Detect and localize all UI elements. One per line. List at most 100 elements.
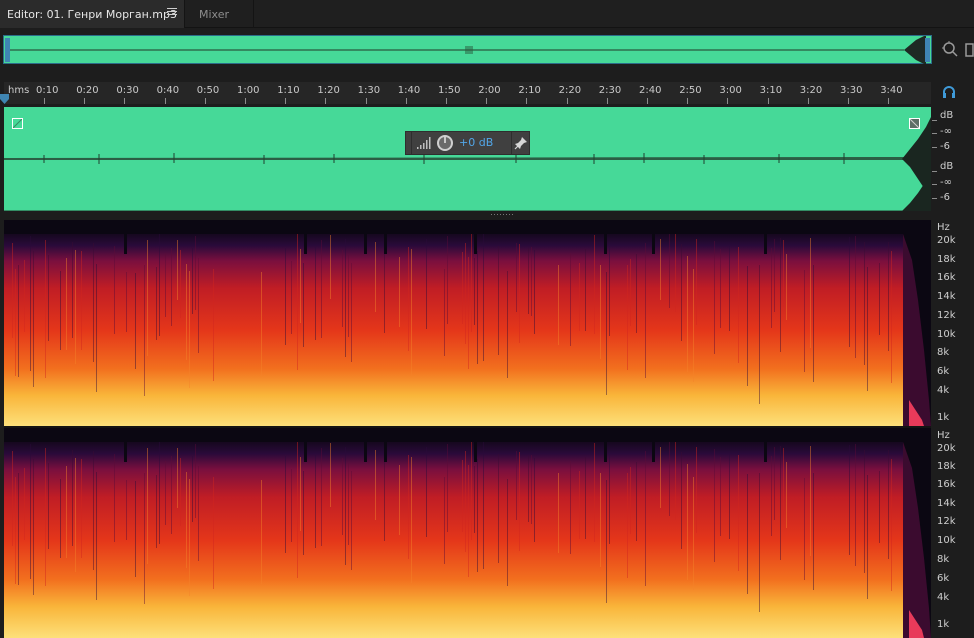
ruler-tick (164, 98, 166, 104)
ruler-tick (606, 98, 608, 104)
fade-out-handle[interactable] (909, 118, 920, 129)
ruler-tick-label: 1:30 (357, 85, 381, 96)
spectrogram-channel-right[interactable] (4, 428, 931, 638)
ruler-tick-label: 1:50 (438, 85, 461, 96)
fade-in-handle[interactable] (12, 118, 23, 129)
hud-separator (511, 132, 512, 154)
ruler-tick (446, 98, 447, 104)
hz-20k: 20k (937, 443, 956, 454)
menu-icon[interactable] (167, 8, 177, 18)
hz-1k: 1k (937, 619, 950, 630)
pin-icon[interactable] (514, 136, 528, 150)
waveform-display[interactable] (4, 107, 931, 211)
ruler-tick-label: 1:10 (277, 85, 300, 96)
tab-editor-label: Editor: 01. Генри Морган.mp3 (7, 7, 177, 21)
ruler-tick-label: 0:10 (36, 85, 59, 96)
ruler-tick-label: 2:20 (558, 85, 582, 96)
ruler-tick-label: 0:50 (196, 85, 220, 96)
db-neg-inf-2: -∞ (940, 177, 952, 188)
waveform-channels (4, 117, 931, 211)
hz-6k: 6k (937, 573, 950, 584)
hz-1k: 1k (937, 412, 950, 423)
ruler-tick-label: 2:10 (518, 85, 541, 96)
tab-mixer-label: Mixer (199, 7, 230, 21)
ruler-tick (124, 98, 126, 104)
volume-hud[interactable]: +0 dB (405, 131, 530, 155)
ruler-tick (204, 98, 206, 104)
ruler-tick (727, 98, 729, 104)
hz-16k: 16k (937, 272, 956, 283)
hz-14k: 14k (937, 498, 956, 509)
spectrogram-right-image (4, 428, 931, 638)
ruler-tick-label: 3:40 (880, 85, 903, 96)
panel-tab-bar: Editor: 01. Генри Морган.mp3 Mixer (0, 0, 974, 28)
ruler-tick-label: 1:00 (237, 85, 260, 96)
ruler-tick-label: 0:40 (156, 85, 180, 96)
audition-editor: Editor: 01. Генри Морган.mp3 Mixer hms 0… (0, 0, 974, 638)
hz-unit: Hz (937, 222, 950, 233)
ruler-tick (687, 98, 689, 104)
ruler-tick-label: 3:20 (799, 85, 823, 96)
hud-grip[interactable] (406, 132, 412, 154)
spectrogram-channel-left[interactable] (4, 220, 931, 426)
ruler-tick-label: 2:30 (598, 85, 622, 96)
hz-scale-right: Hz 20k 18k 16k 14k 12k 10k 8k 6k 4k 1k (931, 428, 974, 638)
panel-splitter[interactable] (491, 213, 515, 216)
ruler-tick (285, 98, 287, 104)
ruler-tick (767, 98, 769, 104)
playhead-icon[interactable] (0, 94, 9, 104)
overview-navigator[interactable] (3, 35, 932, 64)
ruler-tick-label: 2:00 (478, 85, 501, 96)
overview-waveform (10, 36, 926, 64)
ruler-tick (566, 98, 568, 104)
ruler-tick-label: 1:40 (397, 85, 421, 96)
db-tick (932, 147, 937, 148)
overview-right-handle[interactable] (925, 38, 930, 62)
hz-8k: 8k (937, 554, 950, 565)
hz-4k: 4k (937, 592, 950, 603)
hz-12k: 12k (937, 516, 956, 527)
tab-editor[interactable]: Editor: 01. Генри Морган.mp3 (0, 0, 185, 28)
hz-unit: Hz (937, 430, 950, 441)
db-tick (932, 184, 937, 185)
volume-icon (417, 137, 431, 149)
zoom-out-full-icon[interactable] (965, 43, 974, 57)
headphones-icon[interactable] (942, 85, 956, 99)
spectrogram-left-image (4, 220, 931, 426)
knob-icon[interactable] (436, 134, 454, 152)
ruler-tick-label: 3:10 (759, 85, 783, 96)
hz-16k: 16k (937, 479, 956, 490)
ruler-tick-label: 3:30 (840, 85, 863, 96)
volume-value[interactable]: +0 dB (459, 136, 493, 149)
ruler-tick (526, 98, 528, 104)
ruler-unit-label: hms (8, 85, 30, 96)
ruler-tick (245, 98, 246, 104)
ruler-tick (848, 98, 849, 104)
overview-left-handle[interactable] (5, 38, 10, 62)
ruler-tick-label: 0:20 (76, 85, 99, 96)
hz-10k: 10k (937, 329, 956, 340)
ruler-tick-label: 1:20 (317, 85, 340, 96)
db-minus6-2: -6 (940, 192, 950, 203)
db-scale: dB -∞ -6 dB -∞ -6 (931, 107, 974, 211)
ruler-tick (84, 98, 86, 104)
hz-8k: 8k (937, 347, 950, 358)
ruler-tick (325, 98, 327, 104)
zoom-icon[interactable] (941, 40, 959, 58)
ruler-tick (365, 98, 367, 104)
time-ruler[interactable]: hms 0:10 0:20 0:30 0:40 0:50 1:00 1:10 1:20 1:30… (4, 82, 931, 104)
db-tick (932, 171, 937, 172)
db-minus6-1: -6 (940, 141, 950, 152)
tab-mixer[interactable]: Mixer (186, 0, 254, 28)
ruler-tick (486, 98, 488, 104)
ruler-tick (405, 98, 407, 104)
hz-18k: 18k (937, 461, 956, 472)
db-tick (932, 120, 937, 121)
db-tick (932, 198, 937, 199)
ruler-tick (807, 98, 809, 104)
db-unit-2: dB (940, 161, 954, 172)
hz-10k: 10k (937, 535, 956, 546)
ruler-tick-label: 2:50 (679, 85, 702, 96)
ruler-tick-label: 2:40 (639, 85, 662, 96)
ruler-tick (44, 98, 45, 104)
